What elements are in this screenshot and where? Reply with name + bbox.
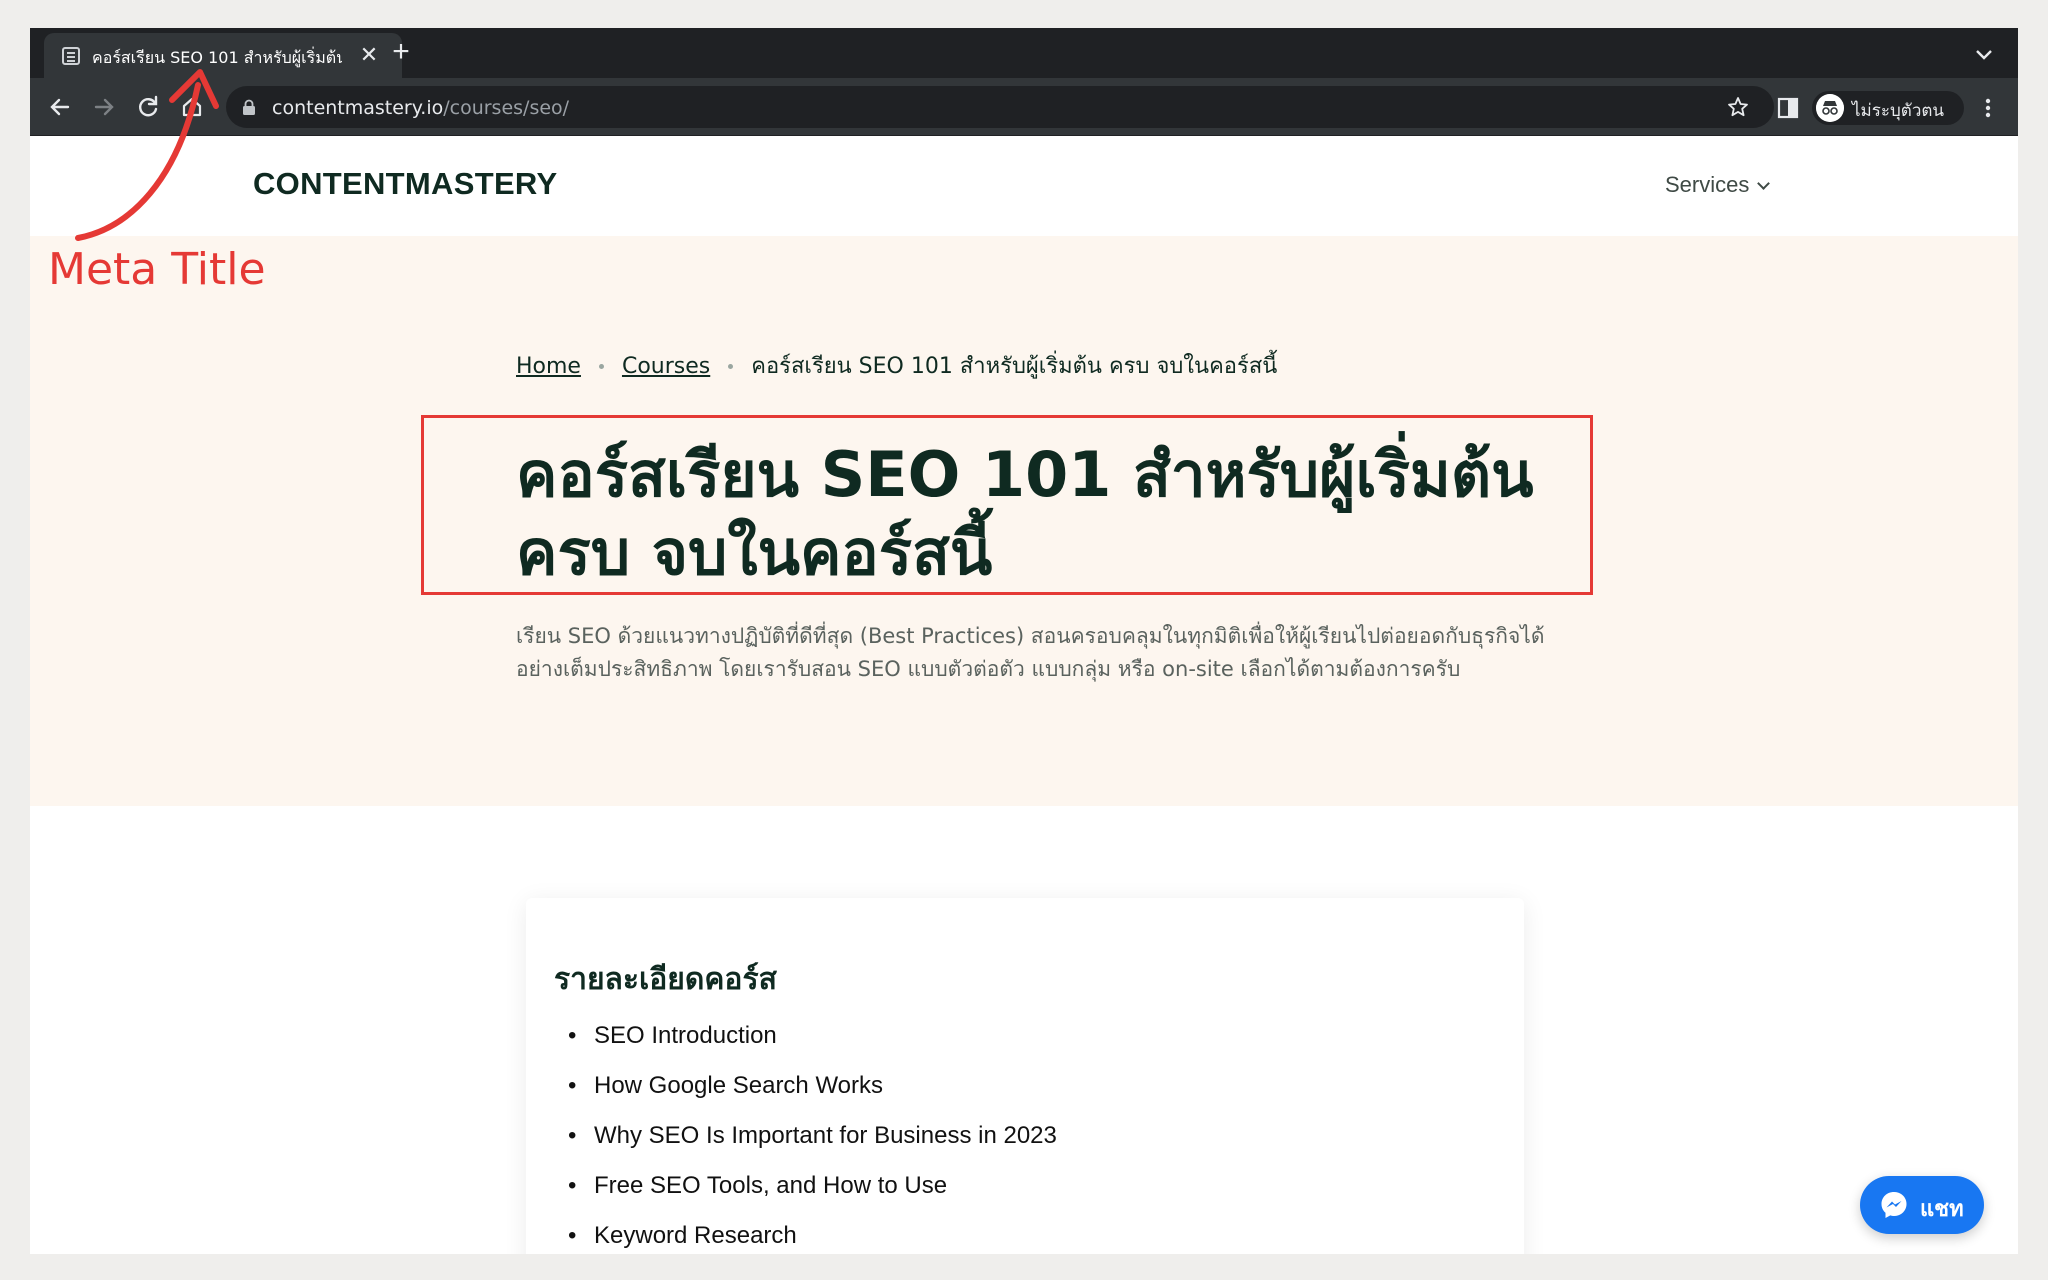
incognito-profile-button[interactable]: ไม่ระบุตัวตน: [1812, 91, 1964, 125]
address-bar[interactable]: contentmastery.io/courses/seo/: [226, 86, 1774, 128]
browser-toolbar: contentmastery.io/courses/seo/ ไม่ระบุตั…: [30, 78, 2018, 136]
side-panel-icon[interactable]: [1776, 96, 1800, 120]
url-text[interactable]: contentmastery.io/courses/seo/: [272, 97, 569, 119]
new-tab-button[interactable]: +: [384, 36, 418, 70]
list-item: Why SEO Is Important for Business in 202…: [554, 1122, 1057, 1172]
web-page: CONTENTMASTERY Services Home Courses คอร์ส…: [30, 136, 2018, 1254]
meta-title-highlight-box: [421, 415, 1593, 595]
breadcrumb-courses-link[interactable]: Courses: [622, 354, 710, 379]
annotation-arrow-icon: [75, 69, 219, 241]
browser-window: คอร์สเรียน SEO 101 สำหรับผู้เริ่มต้น ครบ…: [30, 28, 2018, 1254]
breadcrumb-separator: [598, 364, 604, 369]
chevron-down-icon: [1757, 177, 1771, 190]
list-item: Free SEO Tools, and How to Use: [554, 1172, 1057, 1222]
url-domain: contentmastery.io: [272, 97, 444, 119]
list-item: How Google Search Works: [554, 1072, 1057, 1122]
breadcrumb-current: คอร์สเรียน SEO 101 สำหรับผู้เริ่มต้น ครบ…: [751, 354, 1278, 379]
site-header: CONTENTMASTERY Services: [30, 136, 2018, 236]
list-item: SEO Introduction: [554, 1022, 1057, 1072]
services-menu[interactable]: Services: [1665, 172, 1771, 198]
site-logo[interactable]: CONTENTMASTERY: [253, 166, 557, 202]
lock-icon[interactable]: [242, 99, 256, 115]
bookmark-star-icon[interactable]: [1726, 95, 1750, 119]
kebab-menu-icon[interactable]: [1978, 96, 1998, 120]
chat-label: แชท: [1920, 1197, 1964, 1222]
breadcrumb-separator: [728, 364, 734, 369]
incognito-icon: [1816, 94, 1844, 122]
tab-strip: คอร์สเรียน SEO 101 สำหรับผู้เริ่มต้น ครบ…: [30, 28, 2018, 78]
messenger-chat-button[interactable]: แชท: [1860, 1176, 1984, 1234]
course-topic-list: SEO Introduction How Google Search Works…: [554, 1022, 1057, 1254]
course-details-heading: รายละเอียดคอร์ส: [554, 962, 777, 997]
messenger-icon: [1881, 1192, 1907, 1218]
list-item: Keyword Research: [554, 1222, 1057, 1254]
chevron-down-icon[interactable]: [1972, 42, 1996, 66]
close-tab-icon[interactable]: ✕: [356, 42, 382, 68]
breadcrumb-home-link[interactable]: Home: [516, 354, 581, 379]
url-path: /courses/seo/: [443, 97, 570, 119]
course-details-card: รายละเอียดคอร์ส SEO Introduction How Goo…: [526, 898, 1524, 1254]
annotation-label: Meta Title: [48, 244, 266, 295]
profile-label: ไม่ระบุตัวตน: [1852, 101, 1945, 121]
services-label: Services: [1665, 172, 1750, 197]
breadcrumb: Home Courses คอร์สเรียน SEO 101 สำหรับผู้เ…: [516, 348, 1277, 383]
page-description: เรียน SEO ด้วยแนวทางปฏิบัติที่ดีที่สุด (…: [516, 624, 1545, 681]
